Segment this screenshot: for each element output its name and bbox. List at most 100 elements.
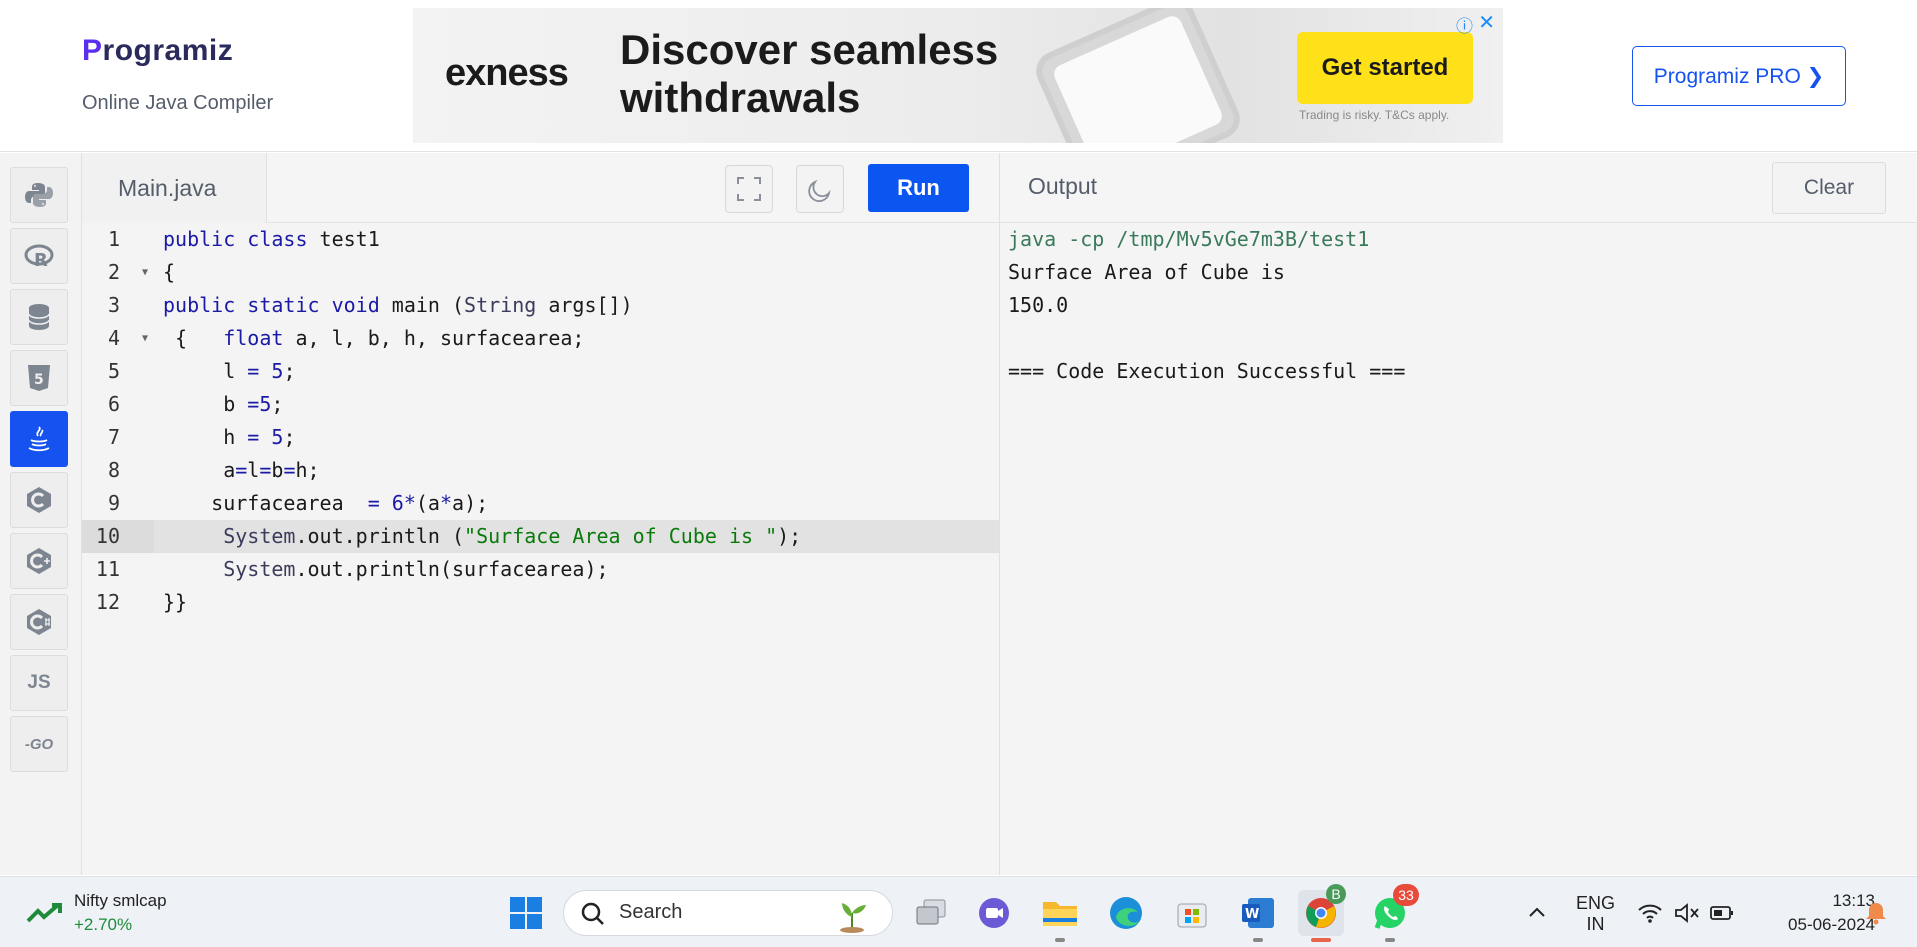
chevron-up-icon[interactable] bbox=[1523, 899, 1551, 927]
word-indicator bbox=[1253, 938, 1263, 942]
chrome-button[interactable]: B bbox=[1298, 884, 1346, 936]
code-line[interactable]: 4 ▼ { float a, l, b, h, surfacearea; bbox=[82, 322, 999, 355]
sidebar-item-sql[interactable] bbox=[10, 289, 68, 345]
speaker-muted-icon[interactable] bbox=[1672, 899, 1700, 927]
start-button[interactable] bbox=[503, 890, 549, 936]
store-icon bbox=[1177, 903, 1207, 928]
code-line[interactable]: 7 h = 5; bbox=[82, 421, 999, 454]
line-number: 3 bbox=[107, 293, 120, 317]
code-text: a=l=b=h; bbox=[163, 458, 320, 482]
ad-get-started-button[interactable]: Get started bbox=[1297, 32, 1473, 104]
code-line[interactable]: 6 b =5; bbox=[82, 388, 999, 421]
theme-toggle-button[interactable] bbox=[796, 165, 844, 213]
sidebar-item-cpp[interactable] bbox=[10, 533, 68, 589]
html5-icon: 5 bbox=[28, 365, 50, 391]
word-button[interactable]: W bbox=[1235, 890, 1281, 936]
output-toolbar: Output Clear bbox=[1000, 153, 1917, 223]
code-line[interactable]: 1 public class test1 bbox=[82, 223, 999, 256]
output-line: === Code Execution Successful === bbox=[1008, 359, 1406, 383]
code-line[interactable]: 3 public static void main (String args[]) bbox=[82, 289, 999, 322]
tab-main-java[interactable]: Main.java bbox=[82, 153, 267, 223]
r-icon: R bbox=[24, 244, 54, 271]
whatsapp-notification-badge: 33 bbox=[1393, 884, 1419, 906]
task-view-button[interactable] bbox=[908, 890, 954, 936]
database-icon bbox=[28, 304, 50, 330]
sidebar-item-java[interactable] bbox=[10, 411, 68, 467]
sidebar-item-python[interactable] bbox=[10, 167, 68, 223]
code-line[interactable]: 9 surfacearea = 6*(a*a); bbox=[82, 487, 999, 520]
line-number: 7 bbox=[107, 425, 120, 449]
wifi-icon[interactable] bbox=[1636, 899, 1664, 927]
output-line: java -cp /tmp/Mv5vGe7m3B/test1 bbox=[1008, 227, 1370, 251]
whatsapp-indicator bbox=[1385, 938, 1395, 942]
sidebar-item-html[interactable]: 5 bbox=[10, 350, 68, 406]
stock-change: +2.70% bbox=[74, 915, 133, 934]
whatsapp-button[interactable]: 33 bbox=[1367, 884, 1419, 936]
code-area[interactable]: 1 public class test1 2 ▼{ 3 public static v… bbox=[82, 223, 999, 619]
programiz-pro-button[interactable]: Programiz PRO ❯ bbox=[1632, 46, 1846, 106]
language-sidebar: R 5 JS -GO bbox=[0, 153, 82, 875]
edge-button[interactable] bbox=[1103, 890, 1149, 936]
logo-mark: P bbox=[82, 34, 103, 67]
python-icon bbox=[25, 183, 53, 207]
code-text: }} bbox=[163, 590, 188, 614]
line-number: 12 bbox=[95, 590, 120, 614]
file-explorer-button[interactable] bbox=[1037, 890, 1083, 936]
site-header: Programiz Online Java Compiler exness Di… bbox=[0, 0, 1917, 152]
fold-arrow-icon[interactable]: ▼ bbox=[142, 256, 148, 289]
ad-disclaimer: Trading is risky. T&Cs apply. bbox=[1299, 108, 1450, 122]
taskbar-search[interactable]: Search bbox=[563, 890, 893, 936]
code-text: System.out.println ("Surface Area of Cub… bbox=[223, 524, 802, 548]
code-line[interactable]: 2 ▼{ bbox=[82, 256, 999, 289]
plant-icon bbox=[840, 903, 866, 933]
code-text: h = 5; bbox=[163, 425, 296, 449]
chrome-active-indicator bbox=[1311, 938, 1331, 942]
output-line: 150.0 bbox=[1008, 293, 1069, 317]
output-title: Output bbox=[1028, 173, 1098, 199]
line-number: 10 bbox=[82, 520, 154, 553]
sidebar-item-go[interactable]: -GO bbox=[10, 716, 68, 772]
windows-taskbar: Nifty smlcap +2.70% Search W B 33 ENGIN bbox=[0, 876, 1917, 947]
code-line-active[interactable]: 10 System.out.println ("Surface Area of … bbox=[82, 520, 999, 553]
clear-button[interactable]: Clear bbox=[1772, 162, 1886, 214]
clock[interactable]: 13:13 05-06-2024 bbox=[1755, 889, 1875, 937]
battery-icon[interactable] bbox=[1708, 899, 1736, 927]
code-text: { bbox=[163, 260, 176, 284]
line-number: 8 bbox=[107, 458, 120, 482]
ad-info-icon[interactable]: ⓘ bbox=[1456, 12, 1473, 37]
code-line[interactable]: 12}} bbox=[82, 586, 999, 619]
sidebar-item-js[interactable]: JS bbox=[10, 655, 68, 711]
code-line[interactable]: 5 l = 5; bbox=[82, 355, 999, 388]
c-language-icon bbox=[27, 487, 51, 513]
ad-close-icon[interactable]: ✕ bbox=[1478, 10, 1495, 35]
sidebar-item-r[interactable]: R bbox=[10, 228, 68, 284]
stock-widget[interactable]: Nifty smlcap +2.70% bbox=[24, 889, 204, 937]
ad-brand: exness bbox=[445, 52, 569, 94]
logo-text: rogramiz bbox=[102, 34, 234, 67]
run-button[interactable]: Run bbox=[868, 164, 969, 212]
trend-up-icon bbox=[26, 903, 62, 923]
language-indicator[interactable]: ENG IN bbox=[1576, 893, 1615, 935]
teams-chat-button[interactable] bbox=[971, 890, 1017, 936]
sidebar-item-c[interactable] bbox=[10, 472, 68, 528]
fullscreen-button[interactable] bbox=[725, 165, 773, 213]
ad-phone-image bbox=[1029, 8, 1247, 143]
ad-headline: Discover seamless withdrawals bbox=[620, 26, 999, 121]
line-number: 11 bbox=[95, 557, 120, 581]
line-number: 1 bbox=[107, 227, 120, 251]
code-line[interactable]: 8 a=l=b=h; bbox=[82, 454, 999, 487]
task-view-icon bbox=[916, 899, 946, 925]
code-text: { float a, l, b, h, surfacearea; bbox=[163, 326, 585, 350]
code-line[interactable]: 11 System.out.println(surfacearea); bbox=[82, 553, 999, 586]
fold-arrow-icon[interactable]: ▼ bbox=[142, 322, 148, 355]
svg-text:5: 5 bbox=[34, 372, 44, 388]
microsoft-store-button[interactable] bbox=[1169, 890, 1215, 936]
advertisement-banner[interactable]: exness Discover seamless withdrawals Get… bbox=[413, 8, 1503, 143]
output-line: Surface Area of Cube is bbox=[1008, 260, 1297, 284]
output-console[interactable]: java -cp /tmp/Mv5vGe7m3B/test1 Surface A… bbox=[1008, 223, 1405, 388]
sidebar-item-csharp[interactable] bbox=[10, 594, 68, 650]
programiz-logo[interactable]: Programiz bbox=[82, 34, 233, 68]
notification-bell-icon[interactable] bbox=[1862, 899, 1890, 927]
code-text: surfacearea = 6*(a*a); bbox=[163, 491, 489, 515]
folder-icon bbox=[1043, 902, 1077, 926]
